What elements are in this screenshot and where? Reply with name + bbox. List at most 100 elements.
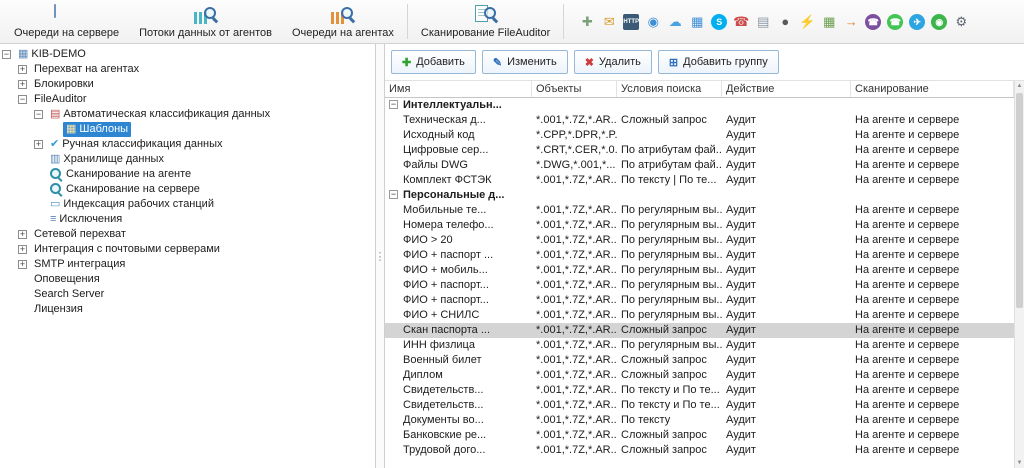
edit-button[interactable]: ✎ Изменить — [482, 50, 568, 74]
table-scrollbar[interactable]: ▲ ▼ — [1014, 81, 1024, 468]
mail-icon[interactable]: ✉ — [601, 14, 617, 30]
cell-conditions: Сложный запрос — [617, 113, 722, 128]
tree-item[interactable]: +Интеграция с почтовыми серверами — [0, 242, 375, 257]
agent-queues-button[interactable]: Очереди на агентах — [282, 0, 404, 43]
tree-expander[interactable]: − — [18, 95, 27, 104]
tree-item[interactable]: +✔Ручная классификация данных — [0, 137, 375, 152]
usb-icon[interactable]: ⚡ — [799, 14, 815, 30]
panel-splitter[interactable]: ⋮ — [376, 44, 385, 468]
tree-item[interactable]: Сканирование на агенте — [0, 167, 375, 182]
column-header-objects[interactable]: Объекты — [532, 81, 617, 97]
tree-item[interactable]: +Блокировки — [0, 77, 375, 92]
tree-item[interactable]: ▭Индексация рабочих станций — [0, 197, 375, 212]
table-row[interactable]: Мобильные те...*.001,*.7Z,*.AR...По регу… — [385, 203, 1014, 218]
table-row[interactable]: ФИО + паспорт...*.001,*.7Z,*.AR...По рег… — [385, 278, 1014, 293]
table-row[interactable]: Цифровые сер...*.CRT,*.CER,*.0...По атри… — [385, 143, 1014, 158]
keyboard-icon[interactable]: ▦ — [821, 14, 837, 30]
column-header-scanning[interactable]: Сканирование — [851, 81, 1014, 97]
table-row[interactable]: Диплом*.001,*.7Z,*.AR...Сложный запросАу… — [385, 368, 1014, 383]
tree-expander[interactable]: + — [18, 245, 27, 254]
table-row[interactable]: Трудовой дого...*.001,*.7Z,*.AR...Сложны… — [385, 443, 1014, 458]
tree-expander[interactable]: + — [34, 140, 43, 149]
tree-item[interactable]: +SMTP интеграция — [0, 257, 375, 272]
scroll-thumb[interactable] — [1016, 93, 1023, 308]
table-row[interactable]: ФИО + паспорт...*.001,*.7Z,*.AR...По рег… — [385, 293, 1014, 308]
http-icon[interactable]: HTTP — [623, 14, 639, 30]
column-header-conditions[interactable]: Условия поиска — [617, 81, 722, 97]
microphone-icon[interactable]: ● — [777, 14, 793, 30]
tree-item[interactable]: −▤Автоматическая классификация данных — [0, 107, 375, 122]
table-row[interactable]: ФИО + мобиль...*.001,*.7Z,*.AR...По регу… — [385, 263, 1014, 278]
delete-button[interactable]: ✖ Удалить — [574, 50, 652, 74]
cell-conditions: По регулярным вы... — [617, 218, 722, 233]
table-row[interactable]: Свидетельств...*.001,*.7Z,*.AR...По текс… — [385, 383, 1014, 398]
tree-item[interactable]: +Сетевой перехват — [0, 227, 375, 242]
column-header-name[interactable]: Имя — [385, 81, 532, 97]
scroll-down-icon[interactable]: ▼ — [1015, 458, 1024, 468]
add-group-button[interactable]: ⊞ Добавить группу — [658, 50, 779, 74]
column-header-action[interactable]: Действие — [722, 81, 851, 97]
telegram-icon[interactable]: ✈ — [909, 14, 925, 30]
browser-icon[interactable]: ◉ — [931, 14, 947, 30]
server-queues-button[interactable]: Очереди на сервере — [4, 0, 129, 43]
cell-scan: На агенте и сервере — [851, 143, 1014, 158]
table-group-row[interactable]: −Интеллектуальн... — [385, 98, 1014, 113]
tree-item[interactable]: −▦KIB-DEMO — [0, 47, 375, 62]
settings-icon[interactable]: ⚙ — [953, 14, 969, 30]
tree-expander[interactable]: + — [18, 80, 27, 89]
tree-item[interactable]: ▥Хранилище данных — [0, 152, 375, 167]
action-button-label: Добавить группу — [683, 56, 768, 68]
item-name: Свидетельств... — [389, 384, 483, 396]
table-row[interactable]: Военный билет*.001,*.7Z,*.AR...Сложный з… — [385, 353, 1014, 368]
web-icon[interactable]: ◉ — [645, 14, 661, 30]
skype-icon[interactable]: S — [711, 14, 727, 30]
table-row[interactable]: Номера телефо...*.001,*.7Z,*.AR...По рег… — [385, 218, 1014, 233]
table-row[interactable]: Техническая д...*.001,*.7Z,*.AR...Сложны… — [385, 113, 1014, 128]
table-row[interactable]: ФИО + СНИЛС*.001,*.7Z,*.AR...По регулярн… — [385, 308, 1014, 323]
scroll-up-icon[interactable]: ▲ — [1015, 81, 1024, 91]
whatsapp-icon[interactable]: ☎ — [887, 14, 903, 30]
tree-item[interactable]: Лицензия — [0, 302, 375, 317]
printer-icon[interactable]: ▤ — [755, 14, 771, 30]
table-row[interactable]: Свидетельств...*.001,*.7Z,*.AR...По текс… — [385, 398, 1014, 413]
table-row[interactable]: ИНН физлица*.001,*.7Z,*.AR...По регулярн… — [385, 338, 1014, 353]
tree-item[interactable]: ▦Шаблоны — [0, 122, 375, 137]
cell-name: ИНН физлица — [385, 338, 532, 353]
tree-item[interactable]: Search Server — [0, 287, 375, 302]
fileauditor-scan-button[interactable]: Сканирование FileAuditor — [411, 0, 560, 43]
table-row[interactable]: Банковские ре...*.001,*.7Z,*.AR...Сложны… — [385, 428, 1014, 443]
templates-table: Имя Объекты Условия поиска Действие Скан… — [385, 80, 1024, 468]
table-row[interactable]: Скан паспорта ...*.001,*.7Z,*.AR...Сложн… — [385, 323, 1014, 338]
tree-item[interactable]: −FileAuditor — [0, 92, 375, 107]
tree-item[interactable]: Оповещения — [0, 272, 375, 287]
viber-icon[interactable]: ☎ — [865, 14, 881, 30]
phone-icon[interactable]: ☎ — [733, 14, 749, 30]
tree-item[interactable]: Сканирование на сервере — [0, 182, 375, 197]
group-collapse-icon[interactable]: − — [389, 100, 398, 109]
tree-expander[interactable]: − — [2, 50, 11, 59]
tree-expander[interactable]: + — [18, 65, 27, 74]
table-row[interactable]: Файлы DWG*.DWG,*.001,*...По атрибутам фа… — [385, 158, 1014, 173]
logout-icon[interactable]: → — [843, 14, 859, 30]
add-button[interactable]: ✚ Добавить — [391, 50, 476, 74]
cell-action: Аудит — [722, 128, 851, 143]
monitor-icon[interactable]: ▦ — [689, 14, 705, 30]
tree-expander[interactable]: + — [18, 260, 27, 269]
group-collapse-icon[interactable]: − — [389, 190, 398, 199]
tree-expander[interactable]: − — [34, 110, 43, 119]
table-group-row[interactable]: −Персональные д... — [385, 188, 1014, 203]
table-row[interactable]: Комплект ФСТЭК*.001,*.7Z,*.AR...По текст… — [385, 173, 1014, 188]
table-row[interactable]: ФИО + паспорт ...*.001,*.7Z,*.AR...По ре… — [385, 248, 1014, 263]
devices-icon[interactable]: ✚ — [579, 14, 595, 30]
tree-expander[interactable]: + — [18, 230, 27, 239]
agent-data-streams-button[interactable]: Потоки данных от агентов — [129, 0, 282, 43]
tree-item[interactable]: ≡Исключения — [0, 212, 375, 227]
table-row[interactable]: ФИО > 20*.001,*.7Z,*.AR...По регулярным … — [385, 233, 1014, 248]
table-row[interactable]: Документы во...*.001,*.7Z,*.AR...По текс… — [385, 413, 1014, 428]
cloud-icon[interactable]: ☁ — [667, 14, 683, 30]
cell-scan: На агенте и сервере — [851, 278, 1014, 293]
pencil-icon: ✎ — [493, 56, 502, 69]
tree-item[interactable]: +Перехват на агентах — [0, 62, 375, 77]
cell-scan — [851, 188, 1014, 203]
table-row[interactable]: Исходный код*.CPP,*.DPR,*.P...АудитНа аг… — [385, 128, 1014, 143]
